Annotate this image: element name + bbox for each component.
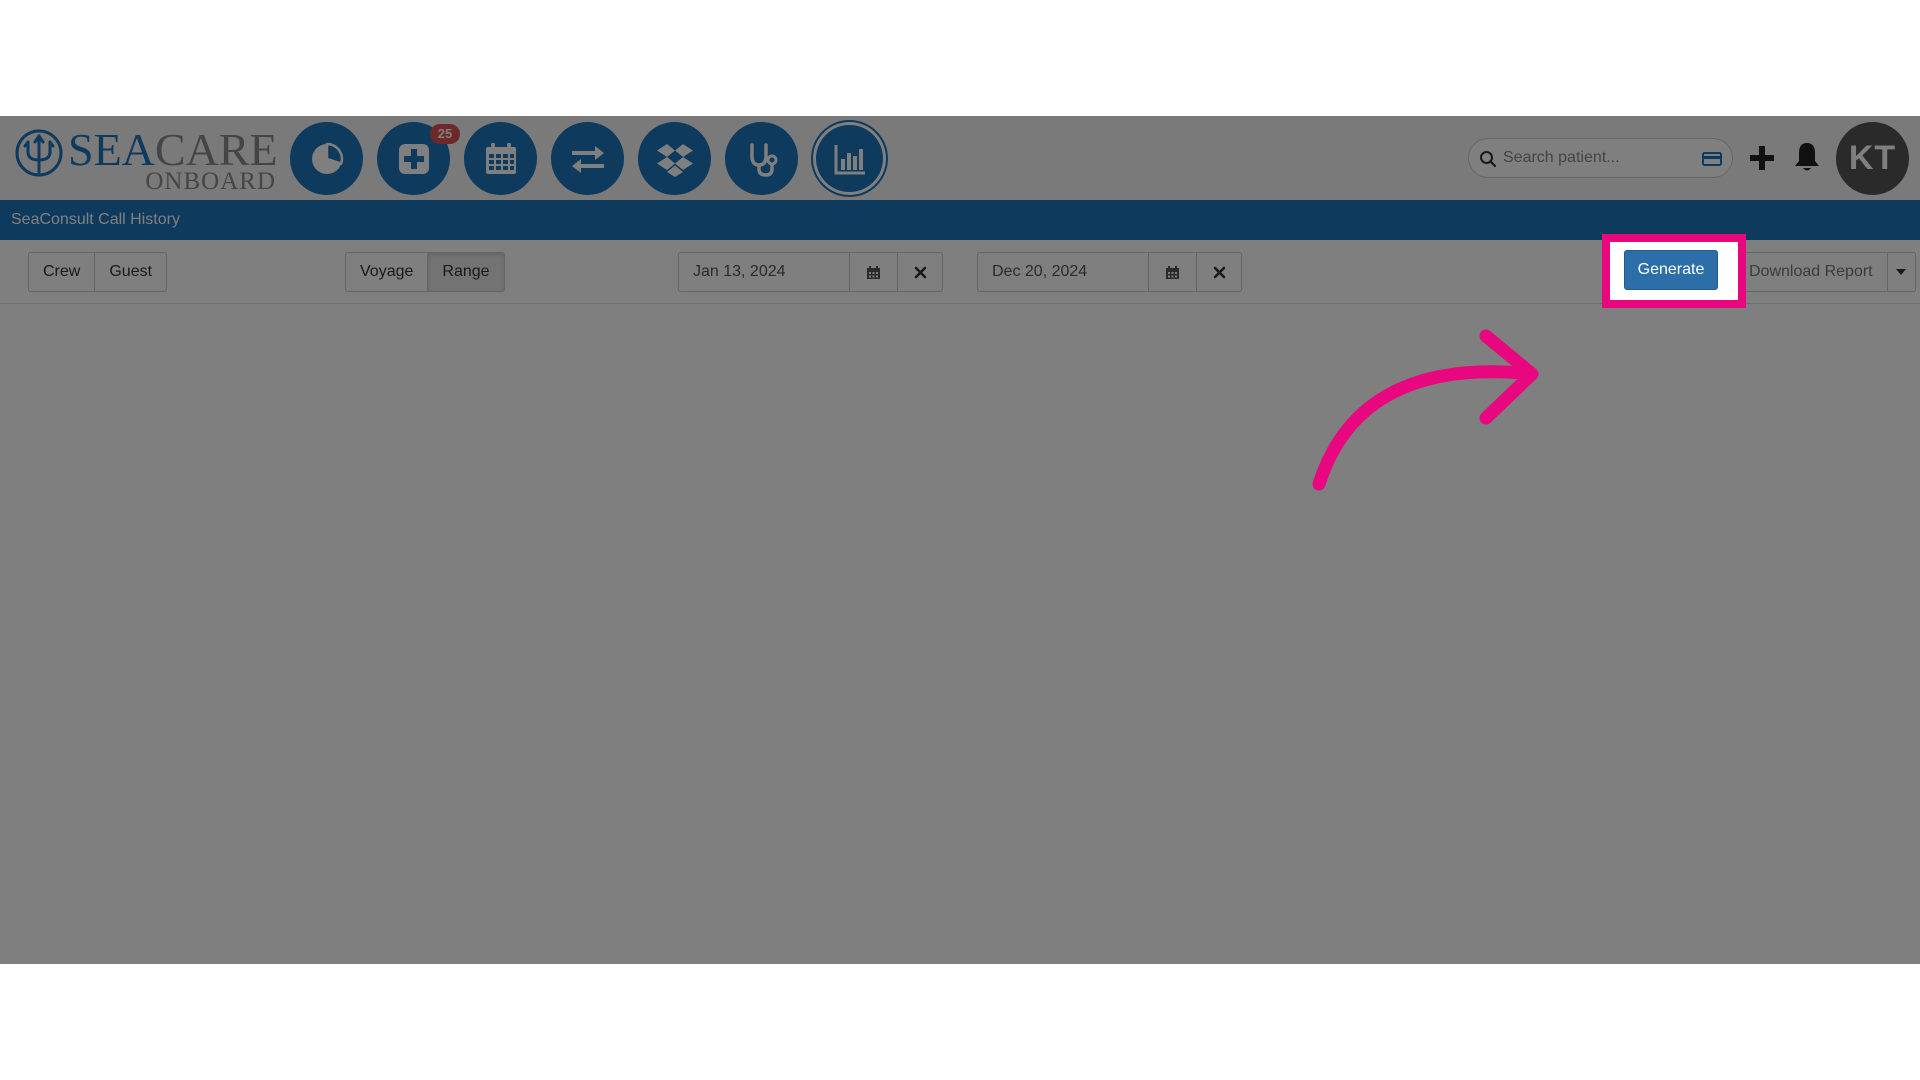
patient-search	[1468, 138, 1733, 178]
nav-consult-button[interactable]	[725, 122, 798, 195]
person-type-toggle: Crew Guest	[28, 252, 168, 292]
download-report-button[interactable]: Download Report	[1734, 252, 1888, 292]
dropbox-icon	[656, 143, 693, 177]
crew-toggle-button[interactable]: Crew	[28, 252, 96, 292]
calendar-icon	[867, 265, 880, 279]
chevron-down-icon	[1896, 269, 1907, 275]
nav-dropbox-button[interactable]	[638, 122, 711, 195]
report-content-area	[0, 305, 1920, 964]
calendar-icon	[485, 142, 516, 174]
close-icon	[914, 266, 926, 278]
nav-calendar-button[interactable]	[464, 122, 537, 195]
stethoscope-icon	[749, 142, 777, 177]
nav-reports-button[interactable]	[813, 122, 886, 195]
end-date-group	[977, 252, 1242, 292]
trident-icon	[15, 129, 63, 177]
start-date-clear-button[interactable]	[898, 252, 943, 292]
id-card-icon[interactable]	[1702, 150, 1722, 168]
add-icon[interactable]	[1748, 140, 1776, 176]
end-date-clear-button[interactable]	[1197, 252, 1242, 292]
search-input[interactable]	[1503, 143, 1693, 173]
notification-count-badge: 25	[430, 124, 460, 144]
nav-transfer-button[interactable]	[551, 122, 624, 195]
generate-highlight-frame: Generate	[1602, 234, 1746, 308]
close-icon	[1213, 266, 1225, 278]
exchange-icon	[571, 145, 604, 173]
search-icon	[1480, 151, 1497, 168]
nav-dashboard-button[interactable]	[290, 122, 363, 195]
user-avatar[interactable]: KT	[1836, 122, 1909, 195]
bar-chart-icon	[834, 144, 865, 174]
page-title: SeaConsult Call History	[11, 211, 180, 228]
bell-icon[interactable]	[1792, 140, 1822, 174]
calendar-icon	[1166, 265, 1179, 279]
download-report-group: Download Report	[1734, 252, 1916, 292]
download-options-dropdown[interactable]	[1887, 252, 1916, 292]
top-navbar: SEACARE ONBOARD 25 Search patient... KT	[0, 116, 1920, 200]
app-window: SEACARE ONBOARD 25 Search patient... KT …	[0, 116, 1920, 964]
end-date-calendar-button[interactable]	[1149, 252, 1197, 292]
period-type-toggle: Voyage Range	[345, 252, 505, 292]
start-date-input[interactable]	[678, 252, 850, 292]
seacare-logo[interactable]: SEACARE ONBOARD	[14, 124, 278, 196]
logo-subtitle: ONBOARD	[145, 168, 276, 195]
pie-chart-icon	[311, 142, 343, 174]
voyage-toggle-button[interactable]: Voyage	[345, 252, 429, 292]
guest-toggle-button[interactable]: Guest	[95, 252, 168, 292]
start-date-group	[678, 252, 943, 292]
generate-button[interactable]: Generate	[1624, 250, 1718, 290]
range-toggle-button[interactable]: Range	[428, 252, 505, 292]
medical-plus-icon	[398, 143, 429, 174]
start-date-calendar-button[interactable]	[850, 252, 898, 292]
end-date-input[interactable]	[977, 252, 1149, 292]
